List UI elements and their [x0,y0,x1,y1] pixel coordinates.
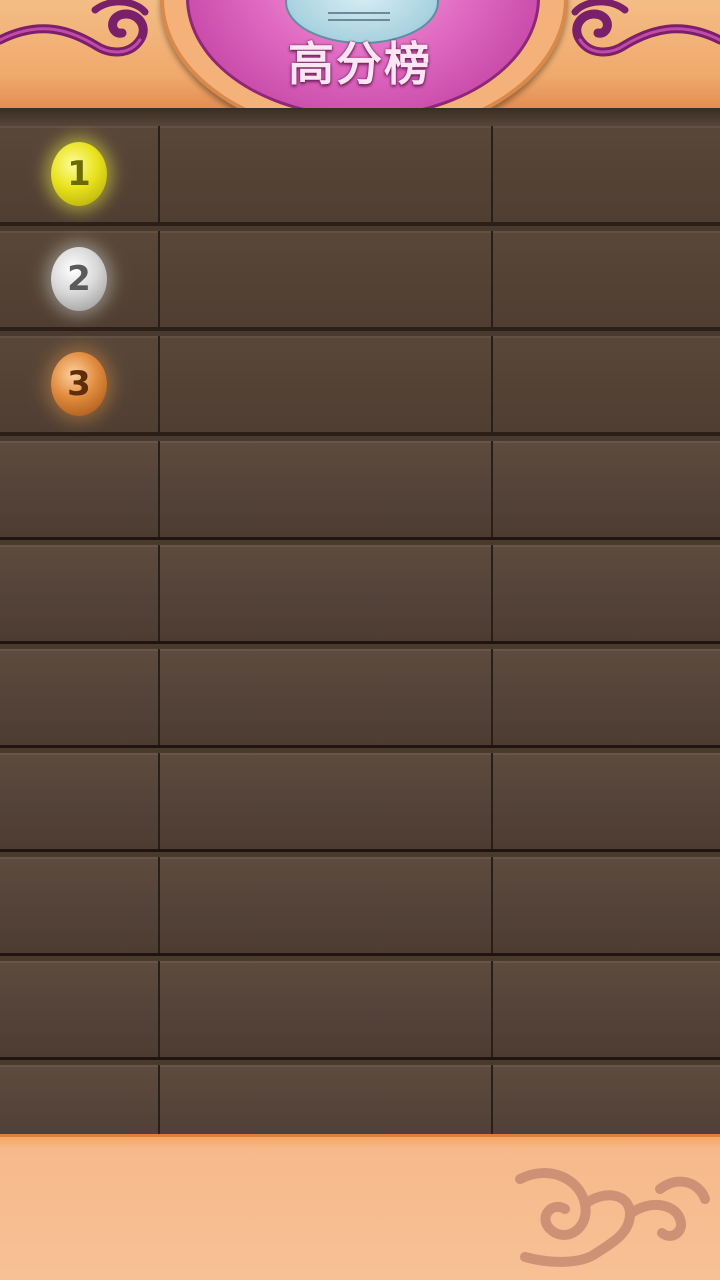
leaderboard-row-5[interactable] [0,545,720,644]
bronze-medal-icon: 3 [51,352,107,416]
score-cell [493,231,720,327]
cloud-swirl-icon [515,1168,710,1267]
player-name-cell [160,231,493,327]
gold-medal-icon: 1 [51,142,107,206]
player-name-cell [160,961,493,1057]
rank-cell [0,649,160,745]
title-button-line [328,19,390,21]
score-cell [493,545,720,641]
player-name-cell [160,753,493,849]
leaderboard-row-9[interactable] [0,961,720,1060]
leaderboard-row-3[interactable]: 3 [0,336,720,436]
silver-medal-icon: 2 [51,247,107,311]
scroll-ornament-right-icon [571,0,720,57]
header-banner: 高分榜 [0,0,720,138]
player-name-cell [160,649,493,745]
scroll-ornament-left-icon [0,0,149,57]
leaderboard-row-6[interactable] [0,649,720,748]
leaderboard-screen: 高分榜 1 2 3 [0,0,720,1280]
rank-cell [0,857,160,953]
leaderboard-row-8[interactable] [0,857,720,956]
score-cell [493,857,720,953]
player-name-cell [160,545,493,641]
player-name-cell [160,336,493,432]
player-name-cell [160,441,493,537]
rank-cell: 1 [0,126,160,222]
leaderboard-row-1[interactable]: 1 [0,126,720,226]
leaderboard-row-7[interactable] [0,753,720,852]
score-cell [493,336,720,432]
score-cell [493,441,720,537]
score-cell [493,753,720,849]
footer-panel [0,1134,720,1280]
rank-cell [0,961,160,1057]
leaderboard-row-2[interactable]: 2 [0,231,720,331]
title-button-line [328,12,390,14]
rank-cell [0,545,160,641]
rank-cell: 3 [0,336,160,432]
player-name-cell [160,126,493,222]
page-title: 高分榜 [288,37,432,91]
score-cell [493,126,720,222]
rank-cell: 2 [0,231,160,327]
header-shadow-bar [0,108,720,126]
rank-cell [0,441,160,537]
player-name-cell [160,857,493,953]
leaderboard-table: 1 2 3 [0,126,720,1169]
score-cell [493,649,720,745]
leaderboard-row-4[interactable] [0,441,720,540]
rank-cell [0,753,160,849]
score-cell [493,961,720,1057]
